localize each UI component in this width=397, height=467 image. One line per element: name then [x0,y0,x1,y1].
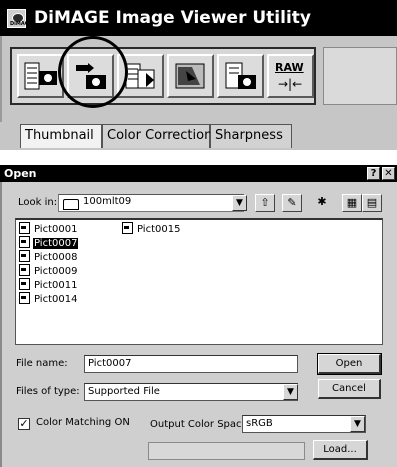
separator [0,150,397,165]
image-process-icon [175,63,205,89]
files-of-type-dropdown[interactable]: Supported File [84,383,298,401]
dimage-app-icon: DiMAGE [7,9,32,28]
color-matching-checkbox[interactable]: ✓ [18,418,30,430]
image-file-icon [19,236,30,248]
file-item[interactable]: Pict0008 [19,250,78,264]
help-button[interactable]: ? [367,167,380,180]
batch-convert-button[interactable] [117,54,164,98]
details-view-button[interactable]: ▤ [362,194,382,212]
image-file-icon [19,250,30,262]
up-folder-button[interactable]: ⇧ [255,194,275,212]
open-button[interactable]: Open [317,353,382,375]
file-item-selected[interactable]: Pict0007 [19,236,79,250]
thumbnail-camera-button[interactable] [17,54,64,98]
file-column-2: Pict0015 [122,222,181,236]
app-side-panel [323,47,397,105]
file-item[interactable]: Pict0011 [19,278,78,292]
tab-thumbnail[interactable]: Thumbnail [20,124,102,148]
document-camera-button[interactable] [217,54,264,98]
load-button[interactable]: Load... [313,440,368,460]
profile-path-field [148,442,305,460]
file-name-input[interactable]: Pict0007 [84,355,298,373]
output-color-space-label: Output Color Space [150,419,248,430]
raw-convert-icon: →|← [278,77,303,91]
look-in-dropdown-arrow[interactable]: ▼ [232,195,247,211]
image-file-icon [19,264,30,276]
output-color-space-dropdown-arrow[interactable]: ▼ [350,416,365,432]
rename-tool-button[interactable]: ✎ [282,194,302,212]
file-item[interactable]: Pict0001 [19,222,78,236]
folder-icon [63,199,79,210]
files-of-type-dropdown-arrow[interactable]: ▼ [283,384,298,400]
image-file-icon [19,222,30,234]
batch-convert-icon [125,63,155,89]
output-color-space-dropdown[interactable]: sRGB [242,415,366,433]
file-item[interactable]: Pict0009 [19,264,78,278]
document-camera-icon [225,62,256,89]
camera-import-icon [76,63,106,89]
tab-color-correction[interactable]: Color Correction [102,124,212,148]
cancel-button[interactable]: Cancel [318,379,381,399]
file-item[interactable]: Pict0014 [19,292,78,306]
look-in-dropdown[interactable]: 100mlt09 [58,194,244,212]
image-file-icon [19,278,30,290]
app-title: DiMAGE Image Viewer Utility [34,8,311,28]
tab-sharpness[interactable]: Sharpness [210,124,292,148]
list-view-button[interactable]: ▦ [342,194,362,212]
file-name-label: File name: [16,358,68,369]
look-in-label: Look in: [18,197,58,208]
raw-label: RAW [275,61,304,74]
dialog-title-bar [0,165,397,182]
color-matching-label: Color Matching ON [36,417,130,428]
dialog-title: Open [4,167,37,180]
image-process-button[interactable] [167,54,214,98]
file-item[interactable]: Pict0015 [122,222,181,236]
image-file-icon [122,222,133,234]
camera-import-button[interactable] [67,54,114,98]
files-of-type-label: Files of type: [16,386,80,397]
raw-convert-button[interactable]: RAW →|← [267,54,314,98]
image-file-icon [19,292,30,304]
new-folder-button[interactable]: ✱ [312,194,332,212]
file-column-1: Pict0001 Pict0007 Pict0008 Pict0009 Pict… [19,222,79,306]
close-button[interactable]: ✕ [382,167,395,180]
thumbnail-camera-icon [24,62,57,90]
